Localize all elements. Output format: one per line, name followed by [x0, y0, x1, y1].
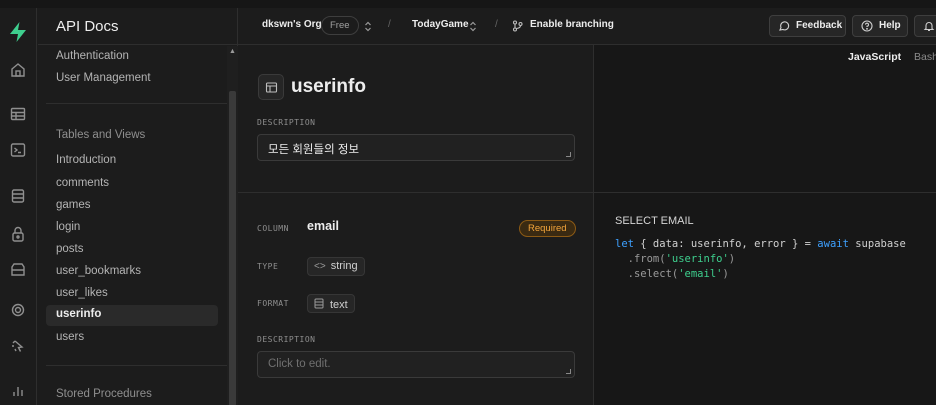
top-strip [0, 0, 936, 8]
bell-icon [923, 22, 935, 32]
column-description-placeholder: Click to edit. [268, 358, 331, 370]
sidebar-item-user-management[interactable]: User Management [56, 72, 151, 84]
feedback-button[interactable]: Feedback [769, 15, 846, 37]
type-label: TYPE [257, 262, 279, 271]
project-switcher-chevrons-icon[interactable] [469, 21, 477, 32]
sidebar-item-authentication[interactable]: Authentication [56, 50, 129, 62]
language-tab-javascript[interactable]: JavaScript [848, 51, 901, 63]
sidebar-item-introduction[interactable]: Introduction [56, 154, 116, 166]
help-circle-icon [861, 20, 873, 32]
code-string: 'userinfo' [665, 253, 729, 265]
column-label: COLUMN [257, 224, 289, 233]
table-editor-icon[interactable] [9, 105, 27, 123]
code-text: ) [728, 253, 736, 265]
table-description-textarea[interactable]: 모든 회원들의 정보 [257, 134, 575, 161]
edge-functions-icon[interactable] [9, 337, 27, 355]
scroll-up-arrow-icon[interactable]: ▲ [229, 48, 236, 55]
section-divider [238, 192, 936, 193]
app-window: API Docs Authentication User Management … [0, 0, 936, 405]
plan-badge: Free [321, 16, 359, 35]
table-description-text: 모든 회원들의 정보 [268, 144, 360, 156]
resize-grip-icon[interactable] [566, 369, 571, 374]
storage-icon[interactable] [9, 261, 27, 279]
docs-sidebar: API Docs Authentication User Management … [38, 8, 238, 405]
top-bar: dkswn's Org Free / TodayGame / Enable br… [238, 8, 936, 45]
auth-lock-icon[interactable] [9, 225, 27, 243]
sidebar-title: API Docs [38, 8, 237, 45]
sidebar-item-posts[interactable]: posts [56, 243, 84, 255]
code-panel: JavaScript Bash SELECT EMAIL let { data:… [594, 45, 936, 405]
table-title-badge [258, 74, 284, 100]
column-description-label: DESCRIPTION [257, 335, 316, 344]
org-name[interactable]: dkswn's Org [262, 19, 322, 30]
column-description-textarea[interactable]: Click to edit. [257, 351, 575, 378]
code-keyword: await [817, 238, 849, 250]
sidebar-item-comments[interactable]: comments [56, 177, 109, 189]
sidebar-item-user-likes[interactable]: user_likes [56, 287, 108, 299]
language-tab-bash[interactable]: Bash [914, 51, 936, 63]
reports-icon[interactable] [9, 382, 27, 400]
definition-panel: userinfo DESCRIPTION 모든 회원들의 정보 COLUMN e… [238, 45, 594, 405]
sidebar-item-login[interactable]: login [56, 221, 80, 233]
column-name: email [307, 219, 339, 233]
table-title: userinfo [291, 76, 366, 97]
org-switcher-chevrons-icon[interactable] [364, 21, 372, 32]
required-badge: Required [519, 220, 576, 237]
code-string: 'email' [678, 268, 723, 280]
sql-editor-icon[interactable] [9, 141, 27, 159]
code-text: { data: userinfo, error } = [633, 238, 818, 250]
sidebar-item-games[interactable]: games [56, 199, 91, 211]
home-icon[interactable] [9, 61, 27, 79]
format-label: FORMAT [257, 299, 289, 308]
format-chip: text [307, 294, 355, 313]
sidebar-group-tables-views: Tables and Views [56, 129, 146, 141]
format-value: text [330, 299, 348, 311]
sidebar-group-stored-procedures: Stored Procedures [56, 388, 152, 400]
help-button[interactable]: Help [852, 15, 908, 37]
table-description-label: DESCRIPTION [257, 118, 316, 127]
notifications-button[interactable] [914, 15, 936, 37]
database-small-icon [314, 298, 324, 309]
sidebar-divider [46, 103, 231, 104]
enable-branching-button[interactable]: Enable branching [530, 19, 614, 30]
table-icon [265, 82, 278, 93]
code-snippet: let { data: userinfo, error } = await su… [615, 237, 906, 282]
nav-rail [0, 8, 37, 405]
breadcrumb-separator: / [495, 19, 498, 30]
sidebar-scrollbar[interactable]: ▲ [227, 46, 238, 405]
code-text: supabase [848, 238, 906, 250]
sidebar-item-users[interactable]: users [56, 331, 84, 343]
git-branch-icon [512, 20, 523, 32]
code-example-title: SELECT EMAIL [615, 215, 694, 227]
scrollbar-thumb[interactable] [229, 91, 236, 405]
breadcrumb-separator: / [388, 19, 391, 30]
sidebar-item-userinfo[interactable]: userinfo [46, 305, 218, 326]
code-text: ) [722, 268, 729, 280]
project-name[interactable]: TodayGame [412, 19, 469, 30]
sidebar-item-user-bookmarks[interactable]: user_bookmarks [56, 265, 141, 277]
type-chip: <> string [307, 257, 365, 276]
code-keyword: let [615, 238, 634, 250]
help-label: Help [879, 20, 901, 31]
resize-grip-icon[interactable] [566, 152, 571, 157]
code-text: .from( [615, 253, 666, 265]
realtime-icon[interactable] [9, 301, 27, 319]
sidebar-divider [46, 365, 231, 366]
code-text: .select( [615, 268, 679, 280]
code-brackets-icon: <> [314, 261, 326, 272]
supabase-logo-icon[interactable] [6, 20, 30, 44]
database-icon[interactable] [9, 187, 27, 205]
type-value: string [330, 260, 358, 272]
chat-bubble-icon [779, 21, 790, 31]
feedback-label: Feedback [796, 20, 843, 31]
